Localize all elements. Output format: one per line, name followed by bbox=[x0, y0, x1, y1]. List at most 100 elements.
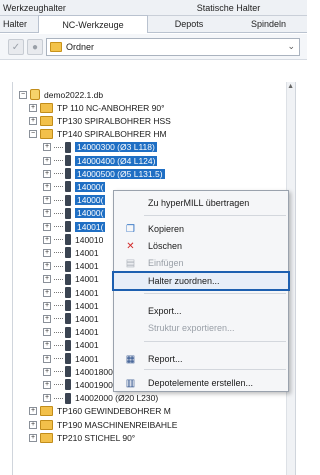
view-mode-select[interactable]: Ordner ⌄ bbox=[46, 38, 300, 56]
expand-icon[interactable]: + bbox=[43, 262, 51, 271]
expand-icon[interactable]: + bbox=[43, 182, 51, 191]
tree-tool-item[interactable]: +14001 bbox=[43, 339, 99, 352]
tree-tool-item[interactable]: +14001 bbox=[43, 326, 99, 339]
tree-connector bbox=[54, 239, 63, 241]
tab-spindeln[interactable]: Spindeln bbox=[230, 16, 307, 32]
tree-connector bbox=[54, 212, 63, 214]
folder-icon bbox=[40, 432, 53, 443]
copy-icon: ❐ bbox=[126, 224, 135, 235]
expand-icon[interactable]: + bbox=[29, 433, 37, 442]
tree-folder[interactable]: + TP210 STICHEL 90° bbox=[29, 431, 135, 444]
expand-icon[interactable]: + bbox=[43, 380, 51, 389]
tree-row-label: 14001 bbox=[75, 313, 99, 324]
tree-row-label: TP 110 NC-ANBOHRER 90° bbox=[57, 102, 165, 113]
tree-tool-item[interactable]: +14001 bbox=[43, 246, 99, 259]
tree-tool-item[interactable]: +14002000 (Ø20 L230) bbox=[43, 392, 158, 405]
tree-tool-item[interactable]: +14000( bbox=[43, 180, 106, 193]
tree-connector bbox=[54, 344, 63, 346]
menu-item-struktur-exportieren[interactable]: Struktur exportieren... bbox=[114, 320, 288, 336]
expand-icon[interactable]: + bbox=[29, 420, 37, 429]
expand-icon[interactable]: + bbox=[43, 354, 51, 363]
tree-connector bbox=[54, 318, 63, 320]
menu-item-zu-hypermill-übertragen[interactable]: Zu hyperMILL übertragen bbox=[114, 195, 288, 211]
folder-icon bbox=[40, 406, 53, 417]
tree-tool-item[interactable]: +14000( bbox=[43, 194, 106, 207]
tree-root[interactable]: − demo2022.1.db bbox=[19, 88, 103, 101]
expand-icon[interactable]: + bbox=[43, 314, 51, 323]
expand-icon[interactable]: + bbox=[43, 209, 51, 218]
expand-icon[interactable]: + bbox=[43, 394, 51, 403]
tree-tool-item[interactable]: +14001 bbox=[43, 286, 99, 299]
expand-icon[interactable]: + bbox=[43, 222, 51, 231]
tree-tool-item[interactable]: +14000500 (Ø5 L131.5) bbox=[43, 167, 165, 180]
tree-connector bbox=[54, 305, 63, 307]
expand-icon[interactable]: + bbox=[43, 248, 51, 257]
collapse-icon[interactable]: − bbox=[19, 90, 27, 99]
clear-filter-icon[interactable]: ● bbox=[27, 39, 43, 55]
tree-row-label: 14001 bbox=[75, 247, 99, 258]
menu-item-depotelemente-erstellen[interactable]: ▥ Depotelemente erstellen... bbox=[114, 375, 288, 391]
tab-werkzeughalter[interactable]: Werkzeughalter bbox=[0, 0, 150, 15]
tree-tool-item[interactable]: +14001 bbox=[43, 299, 99, 312]
tree-folder[interactable]: + TP130 SPIRALBOHRER HSS bbox=[29, 114, 171, 127]
expand-icon[interactable]: + bbox=[29, 103, 37, 112]
expand-icon[interactable]: + bbox=[43, 143, 51, 152]
tree-connector bbox=[54, 384, 63, 386]
menu-item-kopieren[interactable]: ❐ Kopieren bbox=[114, 221, 288, 237]
tree-tool-item[interactable]: +14000300 (Ø3 L118) bbox=[43, 141, 157, 154]
expand-icon[interactable]: + bbox=[43, 235, 51, 244]
tree-tool-item[interactable]: +14001 bbox=[43, 273, 99, 286]
tab-row-top: Werkzeughalter Statische Halter bbox=[0, 0, 307, 16]
filter-icon[interactable]: ✓ bbox=[8, 39, 24, 55]
expand-icon[interactable]: + bbox=[29, 116, 37, 125]
expand-icon[interactable]: + bbox=[43, 367, 51, 376]
collapse-icon[interactable]: − bbox=[29, 130, 37, 139]
tree-folder[interactable]: + TP160 GEWINDEBOHRER M bbox=[29, 405, 171, 418]
menu-item-label: Depotelemente erstellen... bbox=[148, 378, 254, 388]
folder-icon bbox=[40, 115, 53, 126]
expand-icon[interactable]: + bbox=[43, 196, 51, 205]
folder-icon bbox=[40, 102, 53, 113]
tab-halter[interactable]: Halter bbox=[0, 16, 38, 32]
tree-folder[interactable]: + TP 110 NC-ANBOHRER 90° bbox=[29, 101, 164, 114]
menu-separator bbox=[144, 341, 286, 342]
expand-icon[interactable]: + bbox=[43, 288, 51, 297]
expand-icon[interactable]: + bbox=[43, 328, 51, 337]
menu-item-einfügen[interactable]: ▤ Einfügen bbox=[114, 255, 288, 271]
tree-tool-item[interactable]: +140010 bbox=[43, 233, 103, 246]
tab-statische-halter[interactable]: Statische Halter bbox=[150, 0, 307, 15]
scroll-up-icon[interactable]: ▲ bbox=[287, 83, 294, 90]
chevron-down-icon[interactable]: ⌄ bbox=[287, 41, 295, 52]
tree-row-label: 14000( bbox=[75, 208, 106, 219]
tree-row-label: 14001 bbox=[75, 353, 99, 364]
menu-item-export[interactable]: Export... bbox=[114, 303, 288, 319]
tab-nc-werkzeuge[interactable]: NC-Werkzeuge bbox=[38, 15, 148, 33]
menu-item-report[interactable]: ▦ Report... bbox=[114, 351, 288, 367]
tool-icon bbox=[65, 207, 71, 219]
tree-folder[interactable]: − TP140 SPIRALBOHRER HM bbox=[29, 128, 167, 141]
tree-tool-item[interactable]: +14001 bbox=[43, 352, 99, 365]
tree-folder[interactable]: + TP190 MASCHINENREIBAHLE bbox=[29, 418, 177, 431]
tree-tool-item[interactable]: +14000( bbox=[43, 207, 106, 220]
expand-icon[interactable]: + bbox=[29, 407, 37, 416]
expand-icon[interactable]: + bbox=[43, 301, 51, 310]
tree-tool-item[interactable]: +14000400 (Ø4 L124) bbox=[43, 154, 158, 167]
tree-row-label: 14001 bbox=[75, 300, 99, 311]
expand-icon[interactable]: + bbox=[43, 156, 51, 165]
tool-icon bbox=[65, 234, 71, 246]
expand-icon[interactable]: + bbox=[43, 341, 51, 350]
report-icon: ▦ bbox=[125, 354, 136, 365]
tab-row-bottom: Halter NC-Werkzeuge Depots Spindeln bbox=[0, 15, 307, 33]
expand-icon[interactable]: + bbox=[43, 169, 51, 178]
expand-icon[interactable]: + bbox=[43, 275, 51, 284]
tool-icon bbox=[65, 379, 71, 391]
tree-tool-item[interactable]: +14001( bbox=[43, 220, 106, 233]
menu-item-halter-zuordnen[interactable]: Halter zuordnen... bbox=[112, 271, 290, 291]
tree-tool-item[interactable]: +14001 bbox=[43, 312, 99, 325]
tree-connector bbox=[54, 397, 63, 399]
tree-connector bbox=[54, 265, 63, 267]
menu-item-löschen[interactable]: ✕ Löschen bbox=[114, 238, 288, 254]
tab-depots[interactable]: Depots bbox=[148, 16, 230, 32]
tree-connector bbox=[54, 226, 63, 227]
tree-tool-item[interactable]: +14001 bbox=[43, 260, 99, 273]
